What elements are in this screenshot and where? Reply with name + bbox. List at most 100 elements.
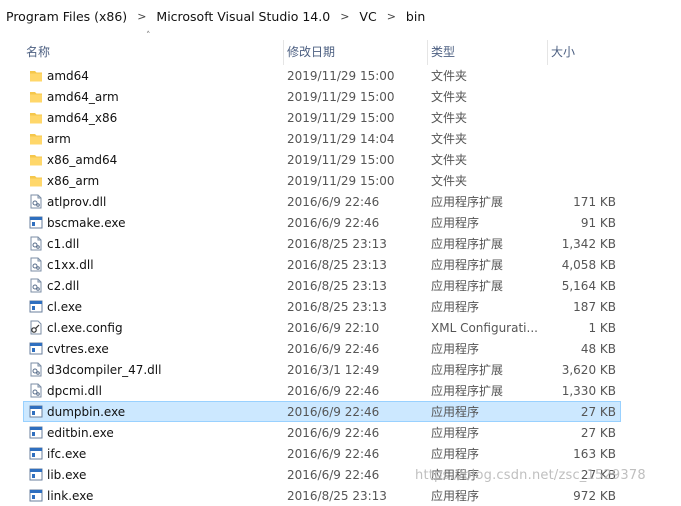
file-size: 27 KB <box>580 426 616 440</box>
column-header-type[interactable]: 类型 <box>426 40 455 65</box>
file-row[interactable]: arm 2019/11/29 14:04 文件夹 <box>23 128 621 149</box>
column-header-row: 名称 修改日期 类型 大小 <box>0 40 681 65</box>
file-date: 2016/6/9 22:46 <box>287 384 380 398</box>
file-size: 91 KB <box>580 216 616 230</box>
column-header-name[interactable]: 名称 <box>26 40 50 65</box>
file-row[interactable]: cl.exe.config 2016/6/9 22:10 XML Configura… <box>23 317 621 338</box>
file-type: 应用程序扩展 <box>431 279 504 293</box>
file-name: amd64_x86 <box>47 111 118 125</box>
exe-file-icon <box>29 467 43 482</box>
file-name: c1.dll <box>47 237 80 251</box>
file-date: 2016/8/25 23:13 <box>287 489 387 503</box>
breadcrumb: Program Files (x86) > Microsoft Visual S… <box>0 0 681 33</box>
file-type: 文件夹 <box>431 132 468 146</box>
file-size: 1,342 KB <box>561 237 616 251</box>
file-type: 应用程序 <box>431 426 480 440</box>
file-date: 2016/6/9 22:46 <box>287 195 380 209</box>
file-type: 应用程序扩展 <box>431 195 504 209</box>
file-date: 2019/11/29 14:04 <box>287 132 395 146</box>
file-row[interactable]: c2.dll 2016/8/25 23:13 应用程序扩展 5,164 KB <box>23 275 621 296</box>
file-type: 应用程序扩展 <box>431 258 504 272</box>
file-date: 2019/11/29 15:00 <box>287 69 395 83</box>
file-type: 文件夹 <box>431 69 468 83</box>
file-name: editbin.exe <box>47 426 114 440</box>
file-size: 972 KB <box>573 489 616 503</box>
file-name: x86_amd64 <box>47 153 118 167</box>
file-type: 应用程序 <box>431 405 480 419</box>
file-row[interactable]: d3dcompiler_47.dll 2016/3/1 12:49 应用程序扩展 3,… <box>23 359 621 380</box>
file-type: 应用程序扩展 <box>431 363 504 377</box>
dll-file-icon <box>29 194 43 209</box>
file-row[interactable]: bscmake.exe 2016/6/9 22:46 应用程序 91 KB <box>23 212 621 233</box>
file-row[interactable]: amd64_x86 2019/11/29 15:00 文件夹 <box>23 107 621 128</box>
file-size: 27 KB <box>580 405 616 419</box>
file-row[interactable]: x86_amd64 2019/11/29 15:00 文件夹 <box>23 149 621 170</box>
file-date: 2016/6/9 22:46 <box>287 405 380 419</box>
file-name: d3dcompiler_47.dll <box>47 363 162 377</box>
exe-file-icon <box>29 215 43 230</box>
file-name: dumpbin.exe <box>47 405 126 419</box>
dll-file-icon <box>29 236 43 251</box>
file-name: amd64 <box>47 69 89 83</box>
file-row[interactable]: x86_arm 2019/11/29 15:00 文件夹 <box>23 170 621 191</box>
file-size: 48 KB <box>580 342 616 356</box>
file-date: 2019/11/29 15:00 <box>287 153 395 167</box>
chevron-right-icon[interactable]: > <box>340 10 349 23</box>
file-date: 2019/11/29 15:00 <box>287 90 395 104</box>
file-row[interactable]: cvtres.exe 2016/6/9 22:46 应用程序 48 KB <box>23 338 621 359</box>
file-type: 文件夹 <box>431 90 468 104</box>
file-name: link.exe <box>47 489 94 503</box>
exe-file-icon <box>29 341 43 356</box>
folder-icon <box>29 131 43 146</box>
file-name: dpcmi.dll <box>47 384 102 398</box>
sort-ascending-icon: ˄ <box>146 31 151 41</box>
breadcrumb-item-program-files[interactable]: Program Files (x86) <box>6 9 127 24</box>
file-name: x86_arm <box>47 174 100 188</box>
file-row[interactable]: c1.dll 2016/8/25 23:13 应用程序扩展 1,342 KB <box>23 233 621 254</box>
file-date: 2019/11/29 15:00 <box>287 111 395 125</box>
file-row[interactable]: amd64 2019/11/29 15:00 文件夹 <box>23 65 621 86</box>
exe-file-icon <box>29 299 43 314</box>
file-name: cvtres.exe <box>47 342 109 356</box>
file-type: 应用程序 <box>431 489 480 503</box>
file-row[interactable]: amd64_arm 2019/11/29 15:00 文件夹 <box>23 86 621 107</box>
file-date: 2019/11/29 15:00 <box>287 174 395 188</box>
chevron-right-icon[interactable]: > <box>137 10 146 23</box>
breadcrumb-item-bin[interactable]: bin <box>406 9 425 24</box>
file-type: 应用程序 <box>431 216 480 230</box>
dll-file-icon <box>29 257 43 272</box>
breadcrumb-item-visual-studio[interactable]: Microsoft Visual Studio 14.0 <box>156 9 330 24</box>
dll-file-icon <box>29 278 43 293</box>
exe-file-icon <box>29 425 43 440</box>
file-row[interactable]: atlprov.dll 2016/6/9 22:46 应用程序扩展 171 KB <box>23 191 621 212</box>
breadcrumb-item-vc[interactable]: VC <box>359 9 376 24</box>
file-type: 应用程序 <box>431 447 480 461</box>
file-date: 2016/8/25 23:13 <box>287 258 387 272</box>
watermark: https://blog.csdn.net/zsc_1529378 <box>415 468 646 483</box>
file-date: 2016/6/9 22:46 <box>287 426 380 440</box>
file-row[interactable]: link.exe 2016/8/25 23:13 应用程序 972 KB <box>23 485 621 506</box>
folder-icon <box>29 152 43 167</box>
file-name: c2.dll <box>47 279 80 293</box>
file-size: 187 KB <box>573 300 616 314</box>
file-name: lib.exe <box>47 468 87 482</box>
column-header-date[interactable]: 修改日期 <box>282 40 335 65</box>
file-date: 2016/8/25 23:13 <box>287 300 387 314</box>
file-name: c1xx.dll <box>47 258 94 272</box>
file-type: 应用程序 <box>431 300 480 314</box>
file-row[interactable]: c1xx.dll 2016/8/25 23:13 应用程序扩展 4,058 KB <box>23 254 621 275</box>
file-size: 163 KB <box>573 447 616 461</box>
folder-icon <box>29 68 43 83</box>
exe-file-icon <box>29 488 43 503</box>
file-name: ifc.exe <box>47 447 87 461</box>
file-row[interactable]: dpcmi.dll 2016/6/9 22:46 应用程序扩展 1,330 KB <box>23 380 621 401</box>
column-header-size[interactable]: 大小 <box>546 40 575 65</box>
file-row[interactable]: ifc.exe 2016/6/9 22:46 应用程序 163 KB <box>23 443 621 464</box>
file-date: 2016/6/9 22:46 <box>287 468 380 482</box>
file-type: 文件夹 <box>431 153 468 167</box>
file-row[interactable]: dumpbin.exe 2016/6/9 22:46 应用程序 27 KB <box>23 401 621 422</box>
folder-icon <box>29 110 43 125</box>
chevron-right-icon[interactable]: > <box>387 10 396 23</box>
file-row[interactable]: cl.exe 2016/8/25 23:13 应用程序 187 KB <box>23 296 621 317</box>
file-row[interactable]: editbin.exe 2016/6/9 22:46 应用程序 27 KB <box>23 422 621 443</box>
